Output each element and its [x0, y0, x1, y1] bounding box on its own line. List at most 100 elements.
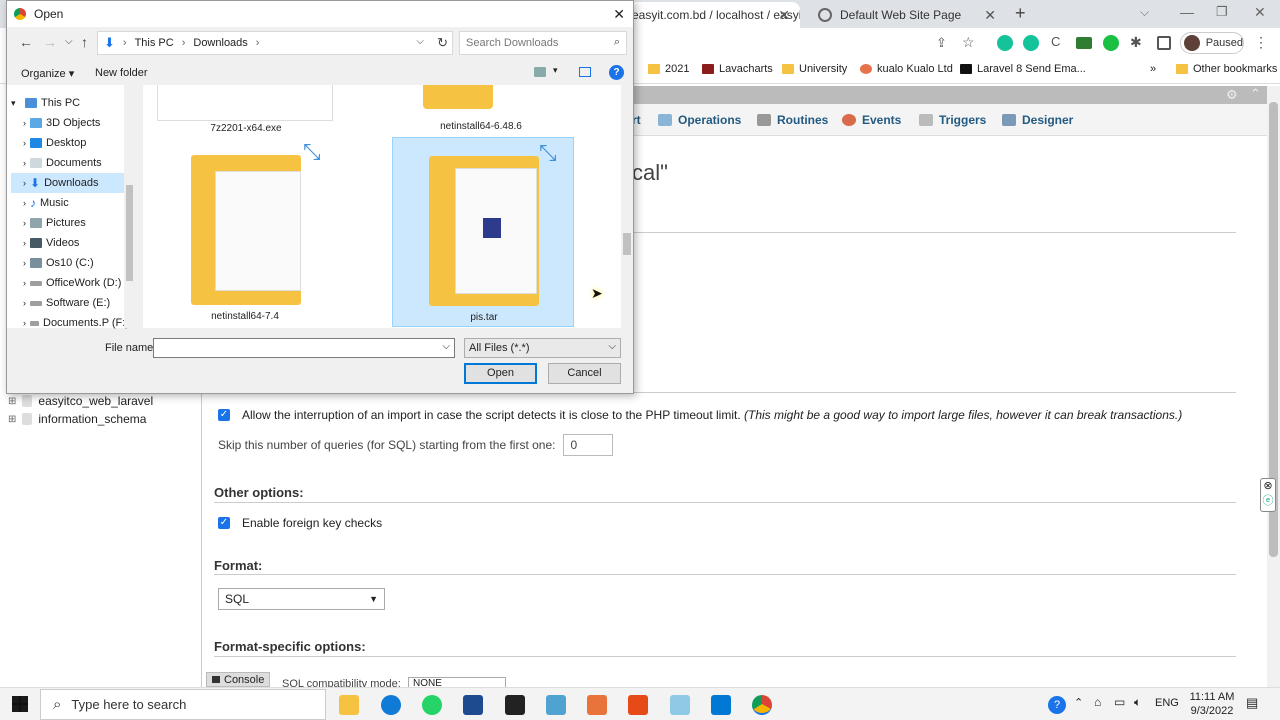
close-icon[interactable]: ⊗	[1261, 479, 1275, 492]
interrupt-checkbox[interactable]: ✓	[218, 409, 230, 421]
nav-item-3d-objects[interactable]: › 3D Objects	[11, 113, 129, 133]
chevron-down-icon[interactable]: ⌵	[65, 36, 73, 47]
language-indicator[interactable]: ENG	[1155, 697, 1179, 709]
nav-item-desktop[interactable]: › Desktop	[11, 133, 129, 153]
grammarly-alt-icon[interactable]	[1023, 35, 1039, 51]
chevron-down-icon[interactable]: ⌵	[1140, 5, 1149, 20]
clock[interactable]: 11:11 AM 9/3/2022	[1182, 690, 1242, 718]
page-scrollbar[interactable]	[1267, 86, 1280, 687]
preview-pane-icon[interactable]	[579, 67, 591, 77]
nav-item-music[interactable]: › ♪ Music	[11, 193, 129, 213]
nav-item-videos[interactable]: › Videos	[11, 233, 129, 253]
file-item-7z[interactable]: 7z2201-x64.exe	[157, 85, 333, 134]
tab-easyit[interactable]: easyit.com.bd / localhost / easyit ✕	[620, 2, 800, 28]
content-scrollbar[interactable]	[621, 85, 633, 328]
bookmark-kualo[interactable]: kualo Kualo Ltd	[860, 63, 953, 75]
help-icon[interactable]: ?	[1048, 696, 1066, 714]
db-tree-item[interactable]: ⊞ information_schema	[8, 412, 146, 426]
open-button[interactable]: Open	[464, 363, 537, 384]
profile-button[interactable]: Paused	[1180, 32, 1244, 54]
virtualbox-icon[interactable]	[463, 695, 483, 715]
tab-events[interactable]: Events	[842, 113, 901, 127]
scrollbar-thumb[interactable]	[126, 185, 133, 281]
edge-icon[interactable]	[381, 695, 401, 715]
nav-item-downloads[interactable]: › ⬇ Downloads	[11, 173, 129, 193]
file-item-netinstall-6486[interactable]: netinstall64-6.48.6	[393, 85, 569, 137]
nav-item-drive-e[interactable]: › Software (E:)	[11, 293, 129, 313]
menu-icon[interactable]: ⋮	[1254, 34, 1268, 51]
nav-scrollbar[interactable]	[124, 85, 135, 328]
grammarly-icon[interactable]	[997, 35, 1013, 51]
skip-queries-input[interactable]: 0	[563, 434, 614, 456]
bookmark-other[interactable]: Other bookmarks	[1176, 63, 1277, 75]
battery-extension-icon[interactable]	[1076, 37, 1092, 49]
console-button[interactable]: Console	[206, 672, 270, 687]
file-explorer-icon[interactable]	[339, 695, 359, 715]
taskbar-search[interactable]: ⌕ Type here to search	[40, 689, 326, 720]
sidepanel-icon[interactable]	[1157, 36, 1171, 50]
nav-item-this-pc[interactable]: ▾ This PC	[11, 93, 129, 113]
nav-item-pictures[interactable]: › Pictures	[11, 213, 129, 233]
nav-item-drive-d[interactable]: › OfficeWork (D:)	[11, 273, 129, 293]
maximize-icon[interactable]: ❐	[1216, 4, 1228, 20]
refresh-icon[interactable]: ↻	[437, 35, 448, 51]
close-window-icon[interactable]: ✕	[1254, 4, 1266, 21]
nav-item-drive-c[interactable]: › Os10 (C:)	[11, 253, 129, 273]
tab-operations[interactable]: Operations	[658, 113, 741, 127]
tab-default-web-site[interactable]: Default Web Site Page ✕	[806, 2, 1006, 28]
file-item-netinstall-74[interactable]: ⤡ netinstall64-7.4	[157, 137, 333, 327]
breadcrumb-item[interactable]: This PC	[135, 37, 174, 49]
app-icon[interactable]	[670, 695, 690, 715]
nav-item-documents[interactable]: › Documents	[11, 153, 129, 173]
battery-icon[interactable]: ▭	[1114, 695, 1125, 709]
nav-item-drive-f[interactable]: › Documents.P (F:)	[11, 313, 129, 333]
star-icon[interactable]: ☆	[962, 34, 975, 51]
more-bookmarks-icon[interactable]: »	[1150, 63, 1156, 75]
back-arrow-icon[interactable]: ←	[19, 34, 33, 50]
forward-arrow-icon[interactable]: →	[43, 34, 57, 50]
share-icon[interactable]: ⇪	[936, 35, 947, 51]
chrome-icon[interactable]	[752, 695, 772, 715]
close-icon[interactable]: ✕	[613, 6, 625, 23]
new-folder-button[interactable]: New folder	[95, 67, 148, 79]
info-icon[interactable]: ⓔ	[1261, 492, 1275, 508]
puzzle-icon[interactable]: ✱	[1130, 34, 1142, 51]
organize-button[interactable]: Organize ▾	[21, 67, 74, 80]
chevron-down-icon[interactable]: ⌵	[416, 36, 424, 47]
gear-icon[interactable]: ⚙	[1226, 87, 1238, 103]
extension-icon[interactable]: C	[1051, 34, 1060, 49]
search-input[interactable]: Search Downloads ⌕	[459, 31, 627, 55]
new-tab-icon[interactable]: +	[1015, 3, 1026, 24]
help-icon[interactable]: ?	[609, 65, 624, 80]
filename-input[interactable]: ⌵	[153, 338, 455, 358]
windows-start-icon[interactable]	[12, 696, 28, 712]
close-icon[interactable]: ✕	[778, 7, 790, 24]
close-icon[interactable]: ✕	[984, 7, 996, 24]
notifications-icon[interactable]: ▤	[1246, 695, 1258, 711]
view-icon[interactable]	[534, 67, 546, 77]
bookmark-2021[interactable]: 2021	[648, 63, 689, 75]
sql-compat-select[interactable]: NONE	[408, 677, 506, 687]
collapse-icon[interactable]: ⌃	[1250, 86, 1261, 102]
bookmark-university[interactable]: University	[782, 63, 847, 75]
bookmark-laravel[interactable]: Laravel 8 Send Ema...	[960, 63, 1086, 75]
chevron-up-icon[interactable]: ⌃	[1074, 696, 1083, 709]
chat-extension-icon[interactable]	[1103, 35, 1119, 51]
up-arrow-icon[interactable]: ↑	[81, 34, 88, 50]
bookmark-lavacharts[interactable]: Lavacharts	[702, 63, 773, 75]
minimize-icon[interactable]: —	[1180, 4, 1194, 20]
tab-triggers[interactable]: Triggers	[919, 113, 986, 127]
breadcrumb[interactable]: ⬇ › This PC › Downloads › ⌵ ↻	[97, 31, 453, 55]
cancel-button[interactable]: Cancel	[548, 363, 621, 384]
volume-icon[interactable]: 🔈︎	[1134, 695, 1141, 710]
chevron-down-icon[interactable]: ⌵	[442, 341, 450, 352]
sublime-icon[interactable]	[587, 695, 607, 715]
filezilla-icon[interactable]	[505, 695, 525, 715]
scrollbar-thumb[interactable]	[623, 233, 631, 255]
network-icon[interactable]: ⌂	[1094, 695, 1101, 709]
foreign-key-checkbox[interactable]: ✓	[218, 517, 230, 529]
xampp-icon[interactable]	[628, 695, 648, 715]
filetype-select[interactable]: All Files (*.*) ⌵	[464, 338, 621, 358]
vscode-icon[interactable]	[711, 695, 731, 715]
breadcrumb-item[interactable]: Downloads	[193, 37, 247, 49]
